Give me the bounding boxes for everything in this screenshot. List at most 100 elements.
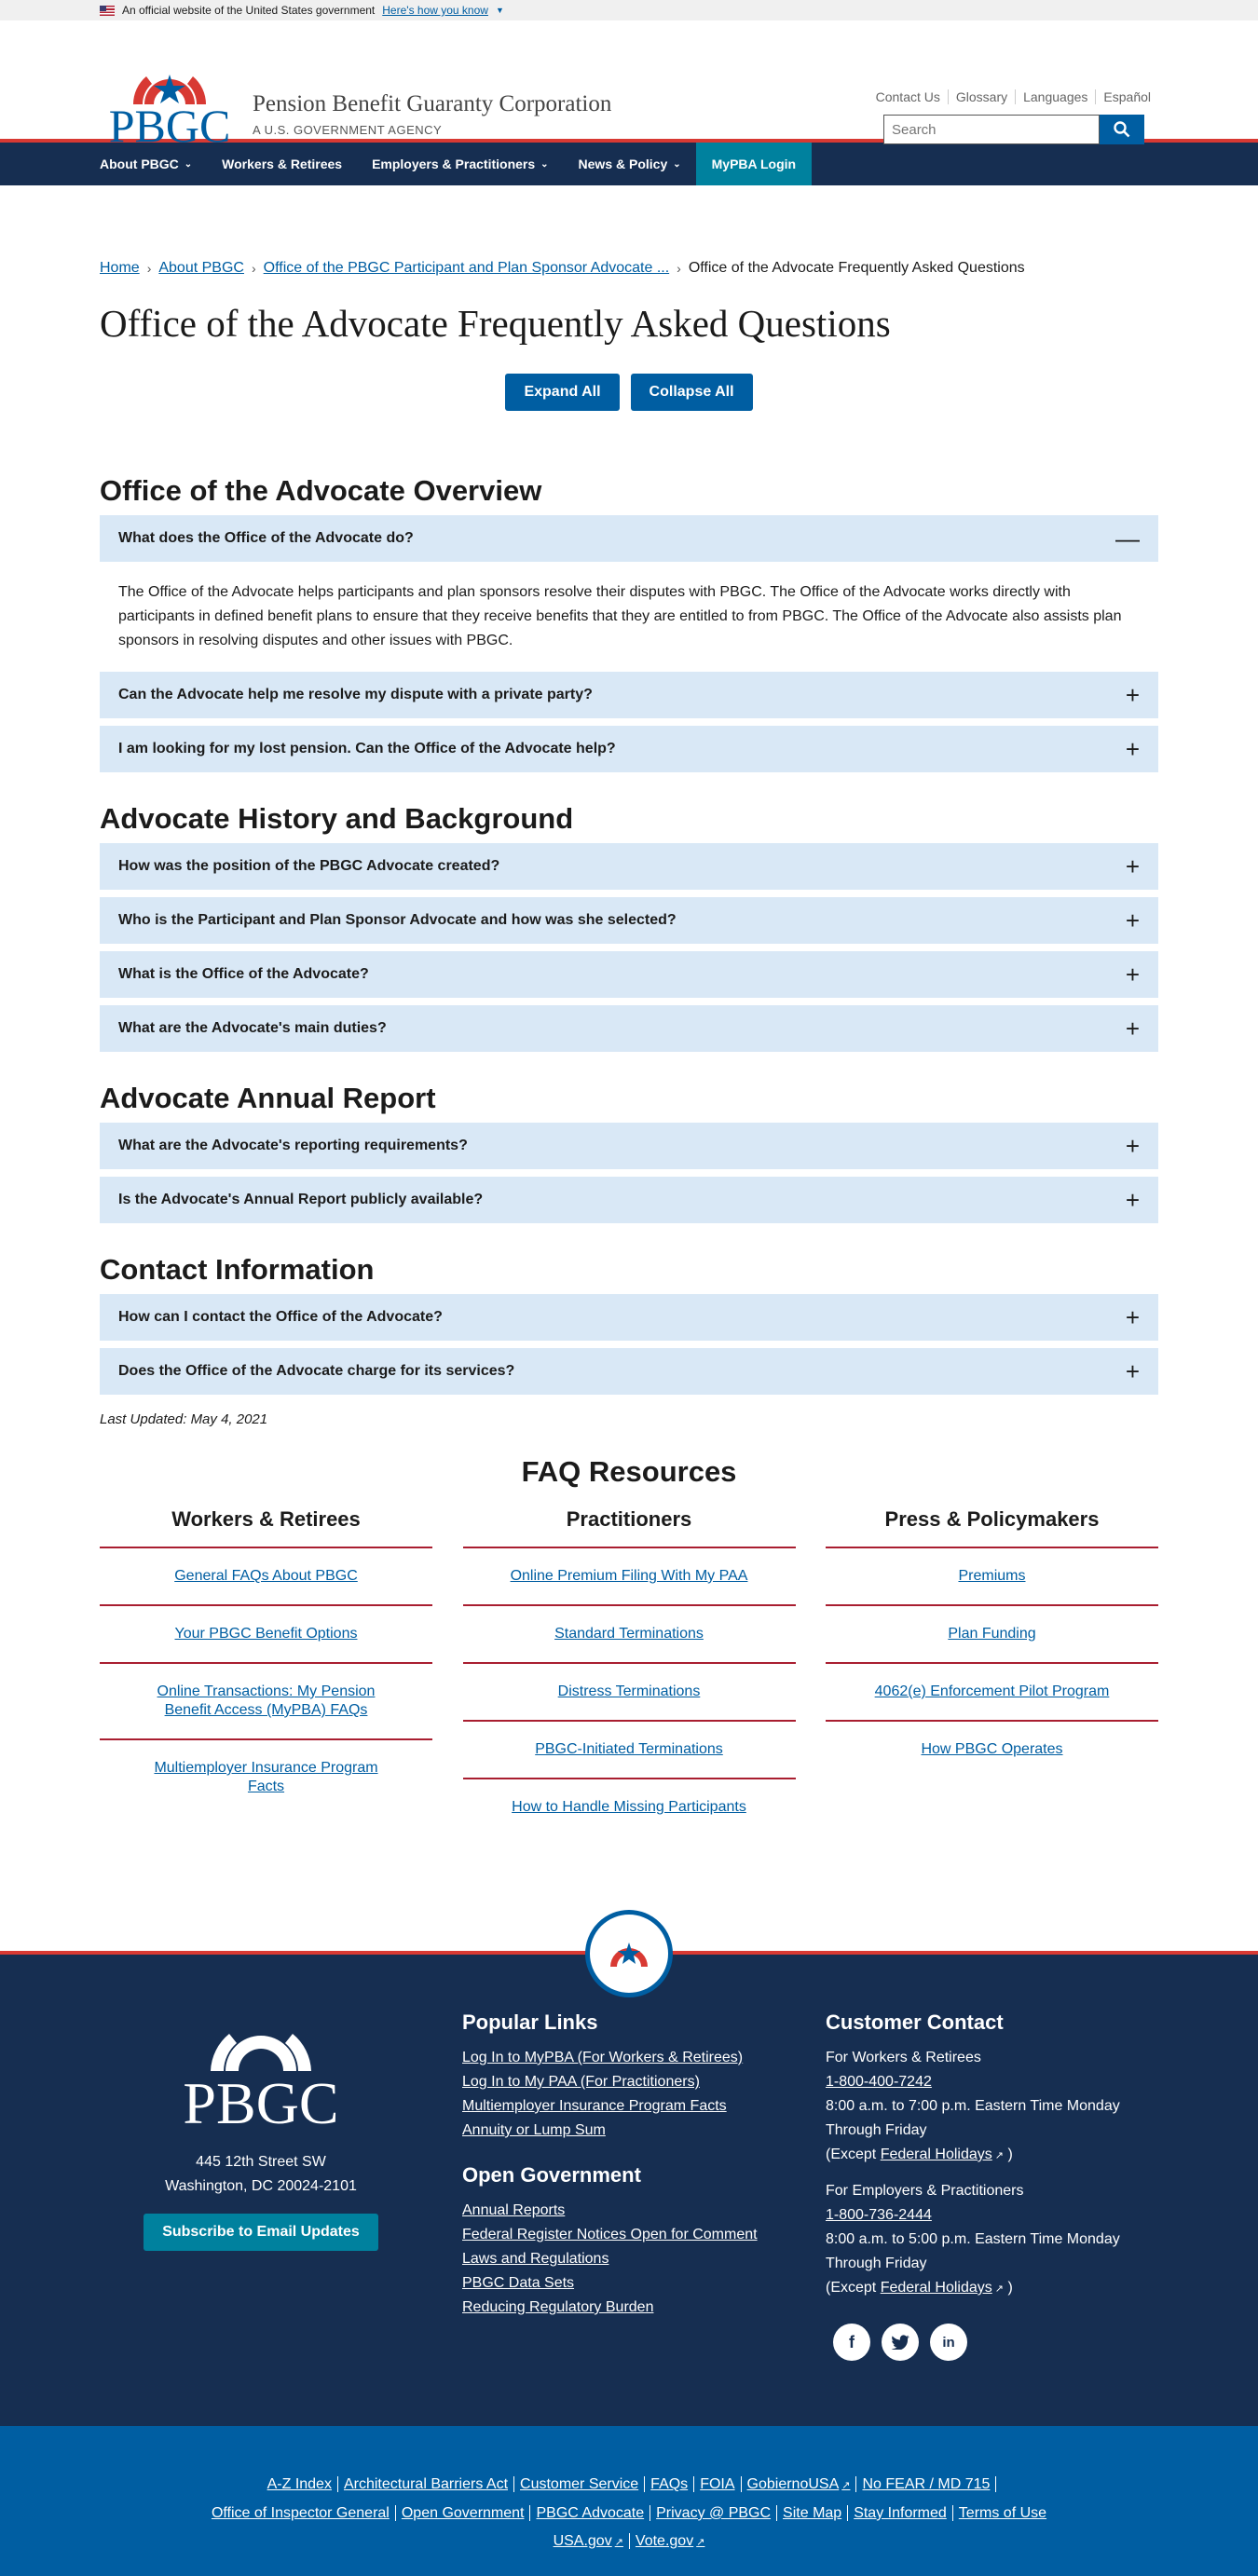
nav-news-policy[interactable]: News & Policy ⌄ <box>564 143 696 185</box>
resource-link[interactable]: Multiemployer Insurance Program Facts <box>100 1740 432 1815</box>
accordion-question: What does the Office of the Advocate do? <box>118 530 414 546</box>
plus-icon: + <box>1125 734 1140 763</box>
mypba-login-button[interactable]: MyPBA Login <box>695 143 813 185</box>
resource-link[interactable]: Your PBGC Benefit Options <box>100 1606 432 1664</box>
subfooter-link[interactable]: PBGC Advocate <box>530 2505 651 2521</box>
pbgc-logo[interactable]: PBGC Pension Benefit Guaranty Corporatio… <box>100 58 611 146</box>
nav-label: News & Policy <box>578 157 668 171</box>
resource-link[interactable]: How PBGC Operates <box>826 1722 1158 1778</box>
subfooter-link[interactable]: Office of Inspector General <box>205 2505 396 2521</box>
footer-link[interactable]: Annuity or Lump Sum <box>462 2119 798 2143</box>
subfooter-link[interactable]: Privacy @ PBGC <box>650 2505 778 2521</box>
linkedin-icon[interactable]: in <box>930 2324 967 2361</box>
nav-about-pbgc[interactable]: About PBGC ⌄ <box>100 143 207 185</box>
accordion-question: How was the position of the PBGC Advocat… <box>118 858 500 874</box>
accordion-header[interactable]: How can I contact the Office of the Advo… <box>100 1294 1158 1341</box>
expand-all-button[interactable]: Expand All <box>505 374 620 411</box>
resource-link[interactable]: 4062(e) Enforcement Pilot Program <box>826 1664 1158 1722</box>
search-input[interactable] <box>883 115 1100 144</box>
search-button[interactable] <box>1100 115 1144 144</box>
accordion-header[interactable]: How was the position of the PBGC Advocat… <box>100 843 1158 890</box>
minus-icon: — <box>1115 524 1140 552</box>
subfooter-link[interactable]: Terms of Use <box>953 2505 1052 2521</box>
accordion-header[interactable]: Can the Advocate help me resolve my disp… <box>100 672 1158 718</box>
facebook-icon[interactable]: f <box>833 2324 870 2361</box>
resource-link[interactable]: General FAQs About PBGC <box>100 1548 432 1606</box>
footer-link[interactable]: Federal Register Notices Open for Commen… <box>462 2223 798 2247</box>
resource-column-workers: Workers & Retirees General FAQs About PB… <box>100 1507 432 1835</box>
accordion-header[interactable]: Is the Advocate's Annual Report publicly… <box>100 1177 1158 1223</box>
nav-employers-practitioners[interactable]: Employers & Practitioners ⌄ <box>357 143 563 185</box>
heres-how-you-know-link[interactable]: Here's how you know <box>382 4 488 17</box>
breadcrumb-home[interactable]: Home <box>100 260 140 277</box>
subfooter-link[interactable]: FOIA <box>694 2476 742 2492</box>
vote-gov-link[interactable]: Vote.gov ↗ <box>630 2533 711 2549</box>
resource-column-press: Press & Policymakers Premiums Plan Fundi… <box>826 1507 1158 1835</box>
org-tagline: A U.S. GOVERNMENT AGENCY <box>253 123 443 137</box>
contact-us-link[interactable]: Contact Us <box>868 89 948 104</box>
resource-column-title: Workers & Retirees <box>100 1507 432 1548</box>
section-title: Contact Information <box>100 1253 375 1286</box>
subscribe-button[interactable]: Subscribe to Email Updates <box>144 2214 378 2251</box>
federal-holidays-link[interactable]: Federal Holidays <box>881 2147 992 2162</box>
holiday-note: (Except Federal Holidays ↗ ) <box>826 2280 1013 2296</box>
footer-link[interactable]: Multiemployer Insurance Program Facts <box>462 2094 798 2119</box>
footer-link[interactable]: Log In to MyPBA (For Workers & Retirees) <box>462 2046 798 2070</box>
subfooter-link[interactable]: FAQs <box>645 2476 695 2492</box>
external-link-icon: ↗ <box>696 2537 705 2548</box>
resource-link[interactable]: Distress Terminations <box>462 1664 796 1722</box>
site-footer: PBGC 445 12th Street SW Washington, DC 2… <box>0 1951 1258 2426</box>
accordion-header[interactable]: I am looking for my lost pension. Can th… <box>100 726 1158 772</box>
phone-link-workers[interactable]: 1-800-400-7242 <box>826 2070 1142 2094</box>
footer-heading: Open Government <box>462 2163 641 2187</box>
subfooter-link[interactable]: A-Z Index <box>261 2476 338 2492</box>
plus-icon: + <box>1125 1185 1140 1214</box>
accordion-header[interactable]: What are the Advocate's reporting requir… <box>100 1123 1158 1169</box>
accordion-header[interactable]: What is the Office of the Advocate? + <box>100 951 1158 998</box>
twitter-icon[interactable] <box>882 2324 919 2361</box>
languages-link[interactable]: Languages <box>1015 89 1095 104</box>
contact-hours: 8:00 a.m. to 7:00 p.m. Eastern Time Mond… <box>826 2098 1120 2138</box>
resource-column-title: Practitioners <box>462 1507 796 1548</box>
subfooter-link[interactable]: Stay Informed <box>848 2505 953 2521</box>
footer-link[interactable]: Log In to My PAA (For Practitioners) <box>462 2070 798 2094</box>
accordion-header[interactable]: Who is the Participant and Plan Sponsor … <box>100 897 1158 944</box>
accordion-header[interactable]: What are the Advocate's main duties? + <box>100 1005 1158 1052</box>
subfooter-link[interactable]: Site Map <box>777 2505 849 2521</box>
footer-link[interactable]: PBGC Data Sets <box>462 2271 798 2296</box>
espanol-link[interactable]: Español <box>1095 89 1158 104</box>
footer-link[interactable]: Laws and Regulations <box>462 2247 798 2271</box>
collapse-all-button[interactable]: Collapse All <box>630 374 753 411</box>
breadcrumb-about[interactable]: About PBGC <box>158 260 244 277</box>
nav-workers-retirees[interactable]: Workers & Retirees <box>207 143 357 185</box>
subfooter-link[interactable]: Open Government <box>395 2505 531 2521</box>
resource-link[interactable]: How to Handle Missing Participants <box>463 1779 796 1835</box>
footer-link[interactable]: Annual Reports <box>462 2199 798 2223</box>
accordion-header[interactable]: What does the Office of the Advocate do?… <box>100 515 1158 562</box>
org-name: Pension Benefit Guaranty Corporation <box>253 91 612 116</box>
resource-link[interactable]: PBGC-Initiated Terminations <box>462 1722 796 1779</box>
us-flag-icon <box>100 5 115 16</box>
resource-link[interactable]: Premiums <box>826 1548 1158 1606</box>
usa-gov-link[interactable]: USA.gov ↗ <box>547 2533 630 2549</box>
footer-link[interactable]: Reducing Regulatory Burden <box>462 2296 798 2320</box>
resource-link[interactable]: Online Premium Filing With My PAA <box>462 1548 796 1606</box>
subfooter-link[interactable]: GobiernoUSA ↗ <box>741 2476 857 2492</box>
federal-holidays-link[interactable]: Federal Holidays <box>881 2280 992 2296</box>
glossary-link[interactable]: Glossary <box>947 89 1015 104</box>
subfooter-link[interactable]: Customer Service <box>514 2476 646 2492</box>
page-title: Office of the Advocate Frequently Asked … <box>100 302 891 345</box>
phone-link-employers[interactable]: 1-800-736-2444 <box>826 2203 1142 2228</box>
resource-column-practitioners: Practitioners Online Premium Filing With… <box>462 1507 796 1835</box>
resource-link[interactable]: Standard Terminations <box>462 1606 796 1664</box>
gov-banner-text: An official website of the United States… <box>122 4 376 17</box>
resource-link[interactable]: Plan Funding <box>826 1606 1158 1664</box>
resource-link[interactable]: Online Transactions: My Pension Benefit … <box>100 1664 432 1740</box>
accordion-header[interactable]: Does the Office of the Advocate charge f… <box>100 1348 1158 1395</box>
accordion-question: Does the Office of the Advocate charge f… <box>118 1363 515 1379</box>
subfooter-link[interactable]: Architectural Barriers Act <box>337 2476 515 2492</box>
nav-label: Employers & Practitioners <box>372 157 536 171</box>
footer-customer-contact: Customer Contact For Workers & Retirees … <box>826 2010 1142 2361</box>
breadcrumb-advocate-office[interactable]: Office of the PBGC Participant and Plan … <box>264 260 670 277</box>
subfooter-link[interactable]: No FEAR / MD 715 <box>856 2476 997 2492</box>
